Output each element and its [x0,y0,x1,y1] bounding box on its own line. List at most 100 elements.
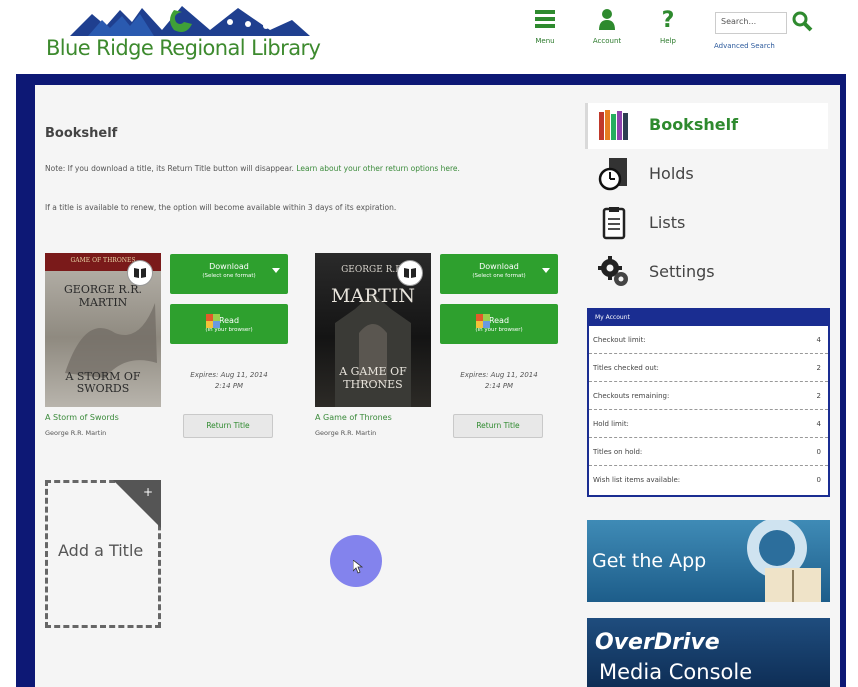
account-row-value: 2 [816,364,821,372]
expiry-date: Expires: Aug 11, 2014 [190,371,268,379]
cover-title: A STORM OF SWORDS [65,370,141,395]
mountain-logo-icon [70,6,310,36]
download-label: Download [209,262,249,271]
read-book-icon [476,314,490,328]
account-row-label: Hold limit: [593,420,629,428]
question-mark-icon: ? [662,8,675,33]
site-header: Blue Ridge Regional Library Menu Account… [0,0,858,76]
download-button[interactable]: Download (Select one format) [440,254,558,294]
clipboard-icon [602,207,626,240]
account-row: Checkout limit: 4 [589,326,828,354]
book-cover-game-of-thrones[interactable]: GEORGE R.R. MARTIN A GAME OF THRONES [315,253,431,407]
account-row-value: 2 [816,392,821,400]
search-input[interactable]: Search... [715,12,787,34]
my-account-panel: My Account Checkout limit: 4 Titles check… [587,308,830,497]
return-options-link[interactable]: Learn about your other return options he… [296,164,460,173]
person-icon [599,9,615,30]
stopwatch-icon [598,158,627,191]
menu-label: Menu [535,37,555,45]
account-nav-button[interactable]: Account [585,8,629,45]
sidebar-label: Lists [649,213,686,232]
cover-title: A GAME OF THRONES [339,365,407,391]
library-name: Blue Ridge Regional Library [46,36,321,60]
account-row-value: 4 [816,336,821,344]
add-title-label: Add a Title [58,541,144,560]
read-sub-label: (In your browser) [205,327,253,333]
book-cover-storm-of-swords[interactable]: GAME OF THRONES GEORGE R.R. MARTIN A STO… [45,253,161,407]
menu-nav-button[interactable]: Menu [523,8,567,45]
overdrive-banner[interactable]: OverDrive Media Console [587,618,830,687]
account-row-label: Checkout limit: [593,336,646,344]
advanced-search-link[interactable]: Advanced Search [714,42,775,50]
book-author: George R.R. Martin [315,429,377,437]
expiry-date: Expires: Aug 11, 2014 [460,371,538,379]
account-row: Checkouts remaining: 2 [589,382,828,410]
return-note-text: Note: If you download a title, its Retur… [45,164,297,173]
read-label: Read [488,316,510,325]
account-row: Wish list items available: 0 [589,466,828,494]
hamburger-menu-icon [535,10,555,28]
search-icon [792,11,813,32]
renew-note: If a title is available to renew, the op… [45,203,397,212]
help-nav-button[interactable]: ? Help [646,8,690,45]
read-book-icon [206,314,220,328]
sidebar-item-settings[interactable]: Settings [593,252,823,292]
cover-author-last: MARTIN [331,285,415,307]
read-sub-label: (In your browser) [475,327,523,333]
account-row-value: 0 [816,448,821,456]
expiry-text: Expires: Aug 11, 2014 2:14 PM [440,370,558,392]
books-icon [599,110,628,140]
book-title-link[interactable]: A Storm of Swords [45,413,119,422]
return-note: Note: If you download a title, its Retur… [45,160,565,178]
return-title-button[interactable]: Return Title [183,414,273,438]
my-account-heading: My Account [589,310,828,326]
sidebar-label: Settings [649,262,715,281]
read-in-browser-button[interactable]: Read (In your browser) [170,304,288,344]
account-label: Account [592,37,622,45]
account-row-label: Titles on hold: [593,448,643,456]
book-icon [404,268,416,278]
account-row: Titles checked out: 2 [589,354,828,382]
sidebar-item-lists[interactable]: Lists [593,203,823,243]
expiry-time: 2:14 PM [214,382,244,390]
download-sub-label: (Select one format) [202,273,256,279]
library-logo[interactable]: Blue Ridge Regional Library [40,0,321,72]
download-button[interactable]: Download (Select one format) [170,254,288,294]
sidebar-item-holds[interactable]: Holds [593,154,823,194]
media-console-text: Media Console [599,660,753,684]
account-row-label: Checkouts remaining: [593,392,670,400]
download-sub-label: (Select one format) [472,273,526,279]
account-row-value: 0 [816,476,821,484]
add-title-tile[interactable]: + Add a Title [45,480,161,628]
help-label: Help [660,37,676,45]
overdrive-logo-text: OverDrive [595,630,720,655]
svg-text:?: ? [662,8,675,30]
expiry-text: Expires: Aug 11, 2014 2:14 PM [170,370,288,392]
download-label: Download [479,262,519,271]
get-the-app-label: Get the App [592,550,707,572]
return-title-button[interactable]: Return Title [453,414,543,438]
search-button[interactable] [791,10,813,36]
gears-icon [598,256,628,286]
account-row-label: Titles checked out: [593,364,659,372]
add-corner [113,480,161,528]
plus-icon: + [142,485,153,499]
account-row-label: Wish list items available: [593,476,681,484]
chevron-down-icon [272,268,280,273]
sidebar-item-bookshelf[interactable]: Bookshelf [593,105,823,145]
ebook-badge [397,260,423,286]
overdrive-app-icon [747,520,821,602]
book-icon [134,268,146,278]
read-label: Read [218,316,240,325]
chevron-down-icon [542,268,550,273]
account-row: Titles on hold: 0 [589,438,828,466]
account-row-value: 4 [816,420,821,428]
sidebar-label: Bookshelf [649,115,739,134]
book-title-link[interactable]: A Game of Thrones [315,413,392,422]
sidebar-label: Holds [649,164,694,183]
cover-author: GEORGE R.R. MARTIN [64,283,142,309]
account-row: Hold limit: 4 [589,410,828,438]
read-in-browser-button[interactable]: Read (In your browser) [440,304,558,344]
get-the-app-banner[interactable]: Get the App [587,520,830,602]
expiry-time: 2:14 PM [484,382,514,390]
